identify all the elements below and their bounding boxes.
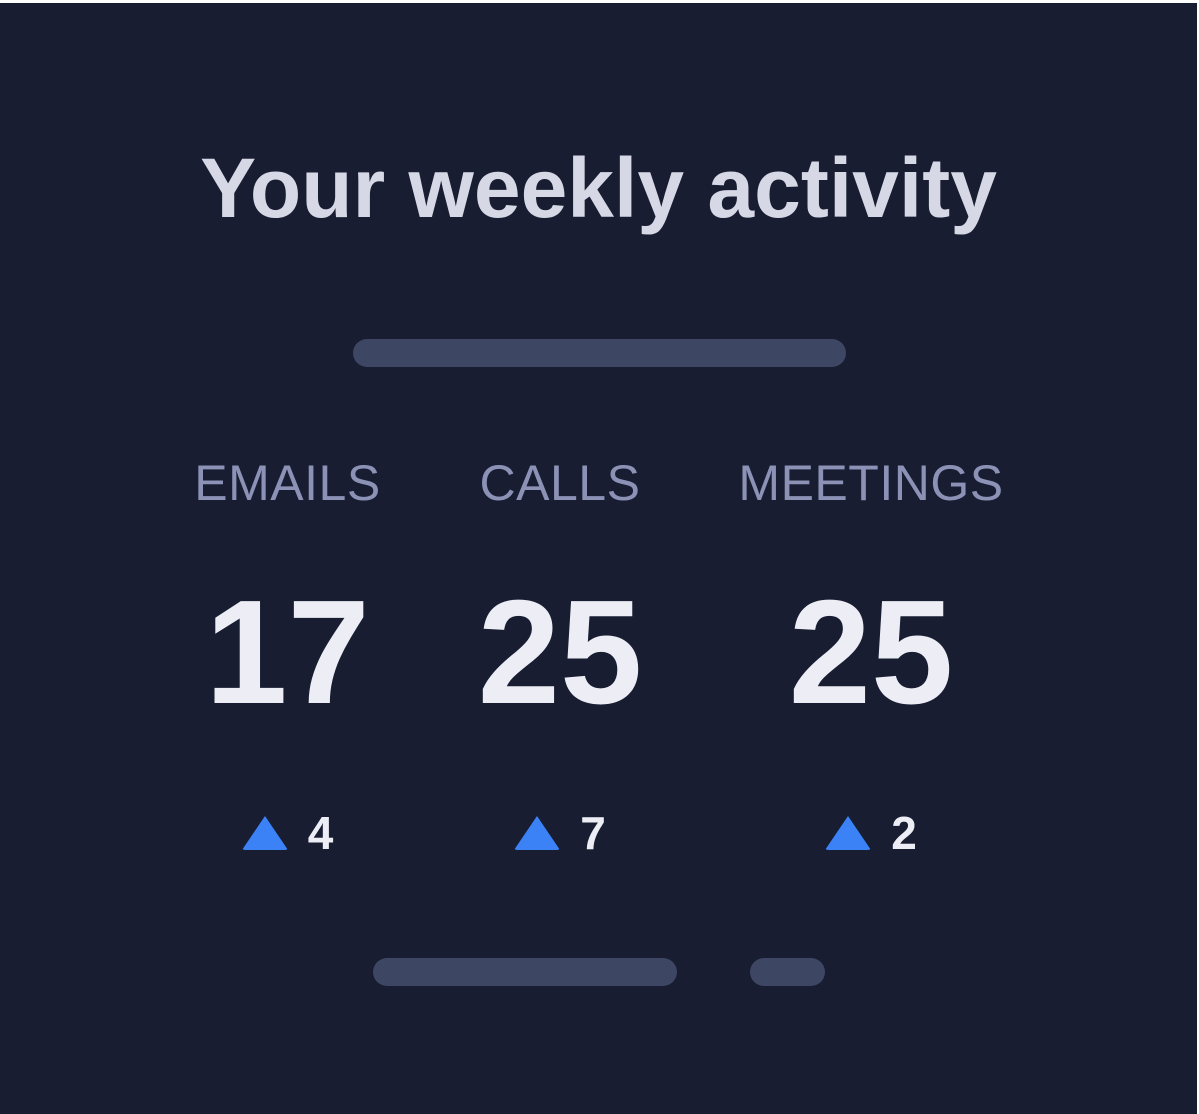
- stat-emails: EMAILS 17 4: [180, 443, 395, 859]
- loading-placeholder-bar: [373, 958, 677, 986]
- loading-placeholder-bar: [750, 958, 825, 986]
- stat-value: 25: [477, 570, 643, 735]
- stat-meetings: MEETINGS 25 2: [725, 443, 1017, 859]
- stat-value: 25: [788, 570, 954, 735]
- stat-label: EMAILS: [194, 455, 381, 511]
- triangle-up-icon: [241, 816, 288, 850]
- stat-value: 17: [205, 570, 370, 735]
- triangle-up-icon: [514, 816, 561, 850]
- card-title: Your weekly activity: [200, 141, 997, 235]
- loading-placeholder-bar: [353, 339, 846, 367]
- triangle-up-icon: [825, 816, 872, 850]
- delta-value: 7: [580, 807, 606, 859]
- stat-delta: 7: [460, 798, 660, 868]
- weekly-activity-card: Your weekly activity EMAILS 17 4 CALLS 2…: [0, 3, 1197, 1114]
- stat-delta: 4: [180, 798, 395, 868]
- stat-delta: 2: [725, 798, 1017, 868]
- delta-value: 2: [891, 807, 917, 859]
- stat-calls: CALLS 25 7: [460, 443, 660, 859]
- delta-value: 4: [307, 807, 334, 859]
- stat-label: MEETINGS: [738, 455, 1004, 511]
- stat-label: CALLS: [479, 455, 641, 511]
